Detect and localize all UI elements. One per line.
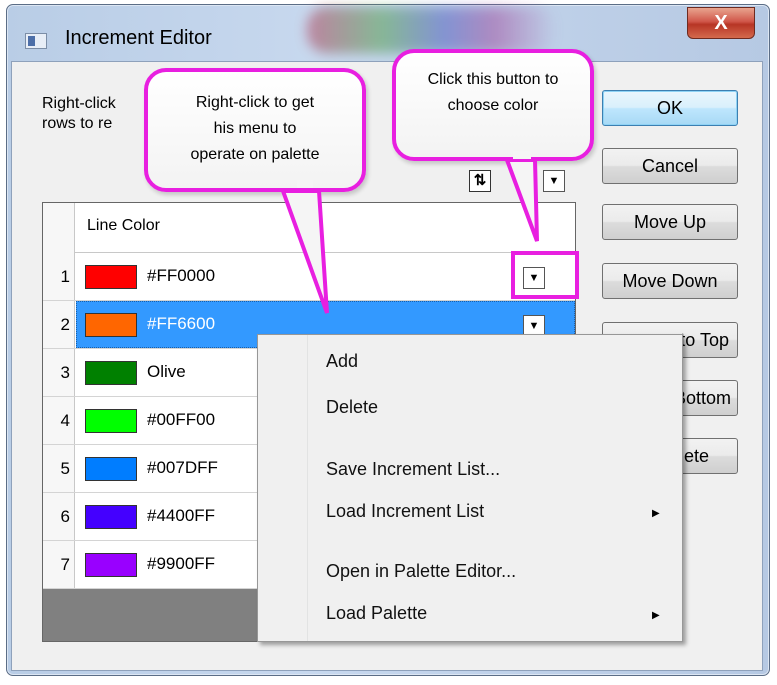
menu-item-load-palette[interactable]: Load Palette: [326, 603, 427, 624]
increment-editor-window: Increment Editor X Right-clicknc rows to…: [6, 4, 770, 676]
table-row[interactable]: 1 #FF0000 ▼: [43, 253, 575, 301]
color-swatch: [85, 409, 137, 433]
menu-item-add[interactable]: Add: [326, 351, 358, 372]
menu-item-open-palette-editor[interactable]: Open in Palette Editor...: [326, 561, 516, 582]
color-value: Olive: [147, 362, 186, 381]
color-swatch: [85, 361, 137, 385]
instructions-line1: Right-click: [42, 95, 116, 112]
callout-line: Right-click to get: [195, 94, 315, 111]
callout-right-click-menu: Right-click to get his menu to operate o…: [144, 68, 366, 192]
color-value: #FF0000: [147, 266, 216, 285]
move-up-button[interactable]: Move Up: [602, 204, 738, 240]
cancel-button[interactable]: Cancel: [602, 148, 738, 184]
context-menu: Add Delete Save Increment List... Load I…: [257, 334, 683, 642]
callout-line: choose color: [447, 97, 539, 114]
toolbar-separator: [517, 178, 537, 180]
color-value: #007DFF: [147, 458, 218, 477]
row-number[interactable]: 4: [43, 397, 75, 444]
window-icon: [25, 33, 47, 49]
title-bar[interactable]: Increment Editor X: [7, 5, 769, 61]
instructions-line2: rows to re: [42, 115, 113, 132]
sort-icon[interactable]: ⇅: [469, 170, 491, 192]
window-title: Increment Editor: [65, 27, 212, 49]
ok-button[interactable]: OK: [602, 90, 738, 126]
submenu-arrow-icon: ▶: [652, 610, 660, 621]
callout-line: operate on palette: [190, 146, 320, 163]
menu-item-load-increment-list[interactable]: Load Increment List: [326, 501, 484, 522]
callout-line: Click this button to: [427, 71, 559, 88]
color-value: #00FF00: [147, 410, 216, 429]
menu-item-save-increment-list[interactable]: Save Increment List...: [326, 459, 500, 480]
color-swatch: [85, 313, 137, 337]
menu-item-delete[interactable]: Delete: [326, 397, 378, 418]
callout-choose-color: Click this button to choose color: [392, 49, 594, 161]
chevron-down-icon[interactable]: ▼: [543, 170, 565, 192]
row-number[interactable]: 1: [43, 253, 75, 300]
row-number[interactable]: 5: [43, 445, 75, 492]
grid-header: Line Color: [43, 203, 575, 253]
color-value: #4400FF: [147, 506, 216, 525]
row-number[interactable]: 7: [43, 541, 75, 588]
close-button[interactable]: X: [687, 7, 755, 39]
row-number[interactable]: 2: [43, 301, 75, 348]
color-value: #FF6600: [147, 314, 216, 333]
callout-line: his menu to: [213, 120, 297, 137]
column-header-line-color[interactable]: Line Color: [87, 217, 160, 235]
move-down-button[interactable]: Move Down: [602, 263, 738, 299]
grid-corner[interactable]: [43, 203, 75, 253]
row-number[interactable]: 6: [43, 493, 75, 540]
title-bar-glow: [307, 7, 557, 53]
menu-icon-gutter: [258, 335, 308, 641]
color-swatch: [85, 553, 137, 577]
color-swatch: [85, 265, 137, 289]
color-swatch: [85, 505, 137, 529]
color-value: #9900FF: [147, 554, 216, 573]
submenu-arrow-icon: ▶: [652, 508, 660, 519]
color-swatch: [85, 457, 137, 481]
color-dropdown-highlight: [511, 251, 579, 299]
row-number[interactable]: 3: [43, 349, 75, 396]
